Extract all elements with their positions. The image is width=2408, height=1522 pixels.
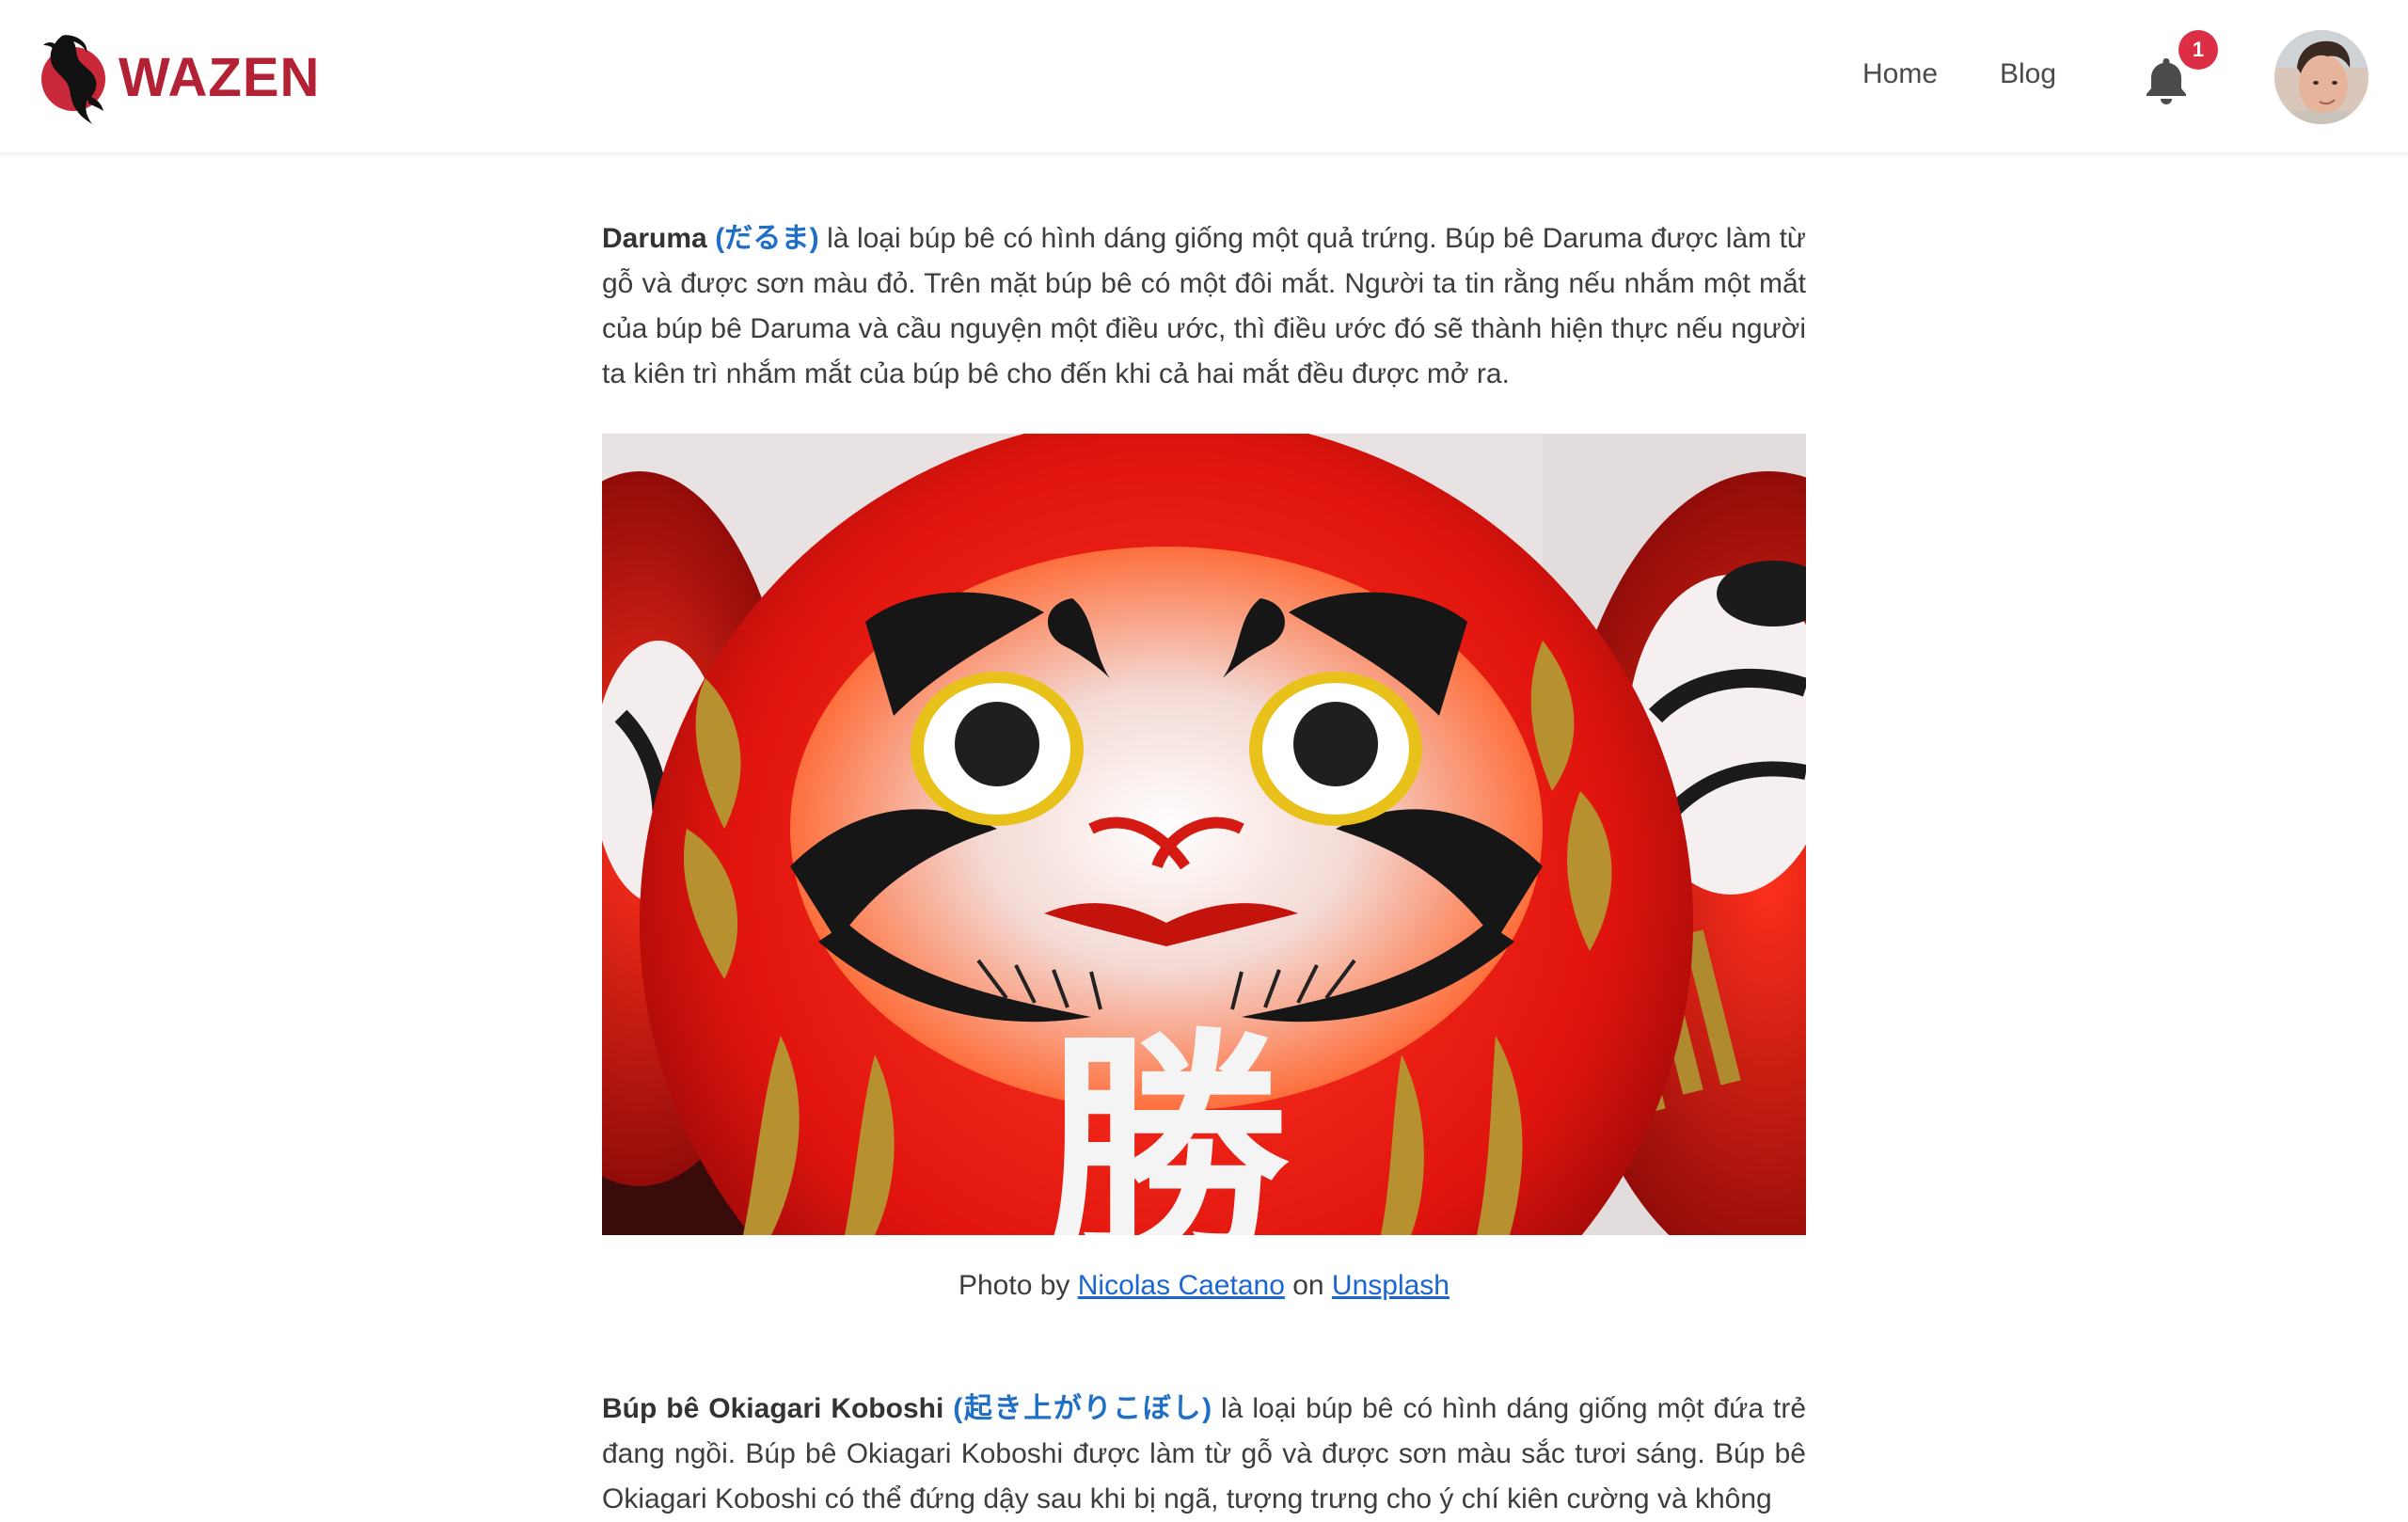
caption-middle: on <box>1284 1270 1332 1301</box>
user-avatar[interactable] <box>2274 30 2368 124</box>
daruma-photo: 勝 <box>602 434 1806 1235</box>
daruma-term: Daruma <box>602 223 707 254</box>
notification-count-badge: 1 <box>2178 30 2218 70</box>
daruma-paragraph: Daruma (だるま) là loại búp bê có hình dáng… <box>602 216 1806 397</box>
koi-logo-icon <box>41 35 105 124</box>
photo-caption: Photo by Nicolas Caetano on Unsplash <box>602 1270 1806 1302</box>
nav-blog-link[interactable]: Blog <box>2000 58 2056 90</box>
photo-author-link[interactable]: Nicolas Caetano <box>1078 1270 1285 1301</box>
okiagari-koboshi-paragraph: Búp bê Okiagari Koboshi (起き上がりこぼし) là lo… <box>602 1387 1806 1522</box>
kanji-glyph: 勝 <box>1044 1009 1292 1235</box>
avatar-portrait-icon <box>2274 30 2368 124</box>
nav-home-link[interactable]: Home <box>1862 58 1938 90</box>
brand-name: WAZEN <box>119 46 321 108</box>
top-navbar: WAZEN Home Blog 1 <box>0 0 2408 153</box>
okiagari-term: Búp bê Okiagari Koboshi <box>602 1393 944 1424</box>
brand-logo[interactable]: WAZEN <box>36 30 320 124</box>
daruma-illustration: 勝 <box>602 434 1806 1235</box>
daruma-japanese: (だるま) <box>715 223 819 254</box>
article-body: Daruma (だるま) là loại búp bê có hình dáng… <box>602 216 1806 1514</box>
okiagari-japanese: (起き上がりこぼし) <box>953 1393 1212 1424</box>
photo-source-link[interactable]: Unsplash <box>1332 1270 1450 1301</box>
caption-prefix: Photo by <box>958 1270 1078 1301</box>
